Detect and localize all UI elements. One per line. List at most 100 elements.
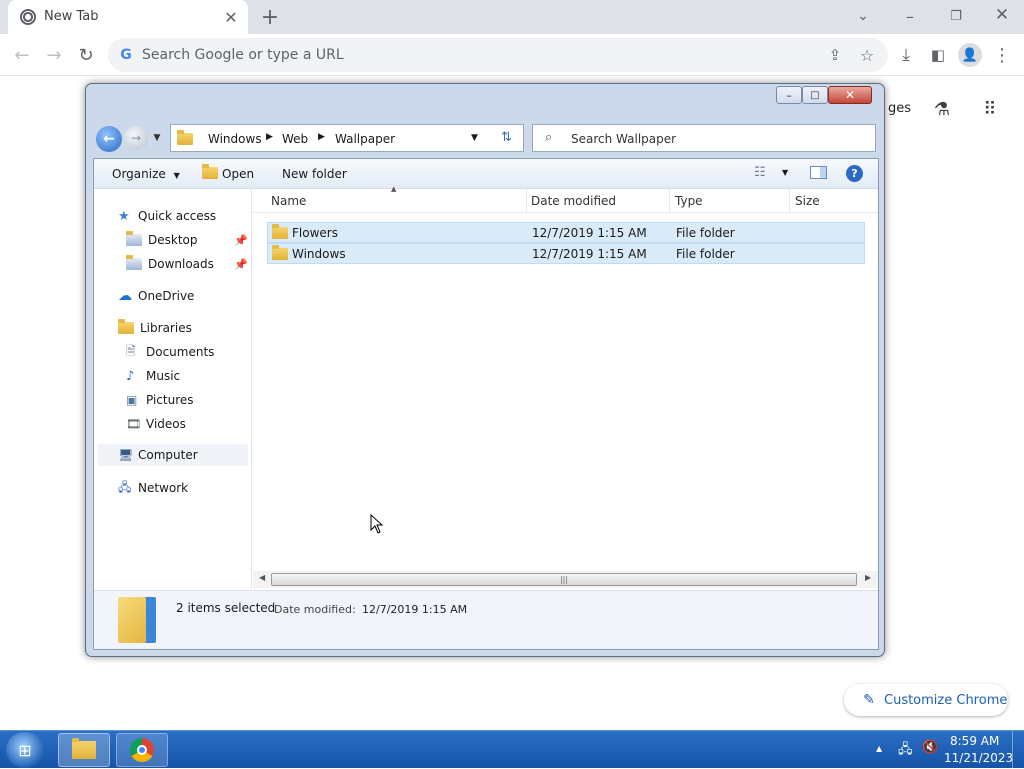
- cloud-icon: ☁: [118, 288, 132, 304]
- pin-icon[interactable]: 📌: [234, 234, 248, 247]
- profile-avatar[interactable]: 👤: [958, 43, 982, 67]
- view-options-icon[interactable]: ☷: [754, 165, 766, 180]
- nav-downloads[interactable]: Downloads 📌: [126, 253, 250, 275]
- share-icon[interactable]: ⇪: [824, 45, 846, 65]
- file-date: 12/7/2019 1:15 AM: [532, 246, 647, 261]
- scroll-left-icon[interactable]: ◀: [259, 573, 265, 582]
- clock-time[interactable]: 8:59 AM: [950, 734, 999, 748]
- customize-chrome-button[interactable]: ✎ Customize Chrome: [844, 684, 1008, 716]
- tab-new-tab[interactable]: New Tab ✕: [8, 0, 248, 34]
- details-pane: 2 items selected Date modified: 12/7/201…: [94, 590, 878, 649]
- horizontal-scrollbar[interactable]: ◀ ||| ▶: [253, 571, 878, 588]
- customize-chrome-label: Customize Chrome: [884, 692, 1008, 708]
- nav-network[interactable]: 🖧 Network: [118, 477, 188, 499]
- back-arrow-icon[interactable]: ←: [96, 126, 122, 152]
- file-row[interactable]: Flowers 12/7/2019 1:15 AM File folder: [267, 222, 865, 243]
- address-bar[interactable]: Windows ▶ Web ▶ Wallpaper ▼ ⇅: [170, 124, 524, 152]
- show-desktop-button[interactable]: [1012, 731, 1024, 769]
- close-window-icon[interactable]: ✕: [990, 4, 1014, 26]
- column-type[interactable]: Type: [675, 189, 703, 213]
- column-divider[interactable]: [789, 189, 790, 213]
- nav-desktop[interactable]: Desktop 📌: [126, 229, 250, 251]
- search-box[interactable]: ⌕ Search Wallpaper: [532, 124, 876, 152]
- dialog-minimize-button[interactable]: –: [776, 86, 802, 104]
- help-icon[interactable]: ?: [846, 165, 863, 182]
- apps-grid-icon[interactable]: ⠿: [978, 97, 1002, 121]
- preview-pane-icon[interactable]: [810, 166, 827, 179]
- address-dropdown-icon[interactable]: ▼: [471, 133, 478, 143]
- nav-documents[interactable]: 🗎 Documents: [126, 341, 214, 363]
- side-panel-icon[interactable]: ◧: [927, 44, 949, 66]
- breadcrumb-web[interactable]: Web: [282, 132, 308, 146]
- tab-title: New Tab: [44, 9, 99, 24]
- images-link-partial[interactable]: ges: [888, 101, 911, 116]
- folder-icon: [126, 231, 142, 246]
- clock-date[interactable]: 11/21/2023: [944, 751, 1013, 765]
- tab-strip: New Tab ✕ + ⌄ – ❐ ✕: [0, 0, 1024, 34]
- forward-arrow-icon[interactable]: →: [124, 126, 148, 150]
- close-tab-icon[interactable]: ✕: [222, 8, 240, 27]
- breadcrumb-separator-icon: ▶: [266, 132, 273, 142]
- date-modified-label: Date modified:: [274, 603, 356, 616]
- nav-quick-access[interactable]: ★ Quick access: [118, 205, 216, 227]
- file-explorer-taskbar-button[interactable]: [58, 733, 110, 767]
- chrome-taskbar-button[interactable]: [116, 733, 168, 767]
- column-divider[interactable]: [526, 189, 527, 213]
- computer-icon: 🖥: [118, 448, 134, 462]
- breadcrumb-windows[interactable]: Windows: [208, 132, 262, 146]
- sort-ascending-icon: ▲: [391, 185, 397, 193]
- new-folder-button[interactable]: New folder: [282, 167, 347, 181]
- tab-search-icon[interactable]: ⌄: [852, 5, 874, 27]
- forward-icon[interactable]: →: [42, 43, 66, 67]
- folder-icon: [272, 244, 288, 260]
- column-header-row: Name ▲ Date modified Type Size: [253, 185, 878, 213]
- reload-icon[interactable]: ↻: [74, 43, 98, 67]
- file-row[interactable]: Windows 12/7/2019 1:15 AM File folder: [267, 243, 865, 264]
- nav-pictures[interactable]: ▣ Pictures: [126, 389, 194, 411]
- restore-window-icon[interactable]: ❐: [944, 5, 968, 27]
- show-hidden-icons-icon[interactable]: ▲: [876, 744, 882, 753]
- column-divider[interactable]: [669, 189, 670, 213]
- nav-libraries[interactable]: Libraries: [118, 317, 192, 339]
- pin-icon[interactable]: 📌: [234, 258, 248, 271]
- menu-kebab-icon[interactable]: ⋮: [992, 44, 1012, 66]
- scrollbar-thumb[interactable]: |||: [271, 573, 857, 586]
- new-tab-icon[interactable]: +: [258, 5, 282, 30]
- download-icon[interactable]: ⤓: [895, 44, 917, 66]
- file-type: File folder: [676, 246, 735, 261]
- nav-label: Desktop: [148, 233, 198, 247]
- omnibox[interactable]: G Search Google or type a URL ⇪ ☆: [108, 38, 888, 72]
- nav-music[interactable]: ♪ Music: [126, 365, 180, 387]
- labs-flask-icon[interactable]: ⚗: [930, 97, 954, 121]
- nav-onedrive[interactable]: ☁ OneDrive: [118, 285, 194, 307]
- search-placeholder: Search Wallpaper: [571, 132, 677, 146]
- minimize-window-icon[interactable]: –: [898, 5, 922, 27]
- nav-label: Computer: [138, 448, 198, 462]
- file-type: File folder: [676, 225, 735, 240]
- selection-count: 2 items selected: [176, 601, 276, 615]
- column-name[interactable]: Name: [271, 189, 306, 213]
- taskbar: ⊞ ▲ 🖧 🔇 8:59 AM 11/21/2023: [0, 730, 1024, 769]
- dialog-maximize-button[interactable]: □: [802, 86, 828, 104]
- document-icon: 🗎: [126, 343, 136, 358]
- bookmark-star-icon[interactable]: ☆: [856, 45, 878, 65]
- breadcrumb-separator-icon: ▶: [318, 132, 325, 142]
- recent-locations-icon[interactable]: ▼: [150, 130, 164, 146]
- network-tray-icon[interactable]: 🖧: [898, 740, 913, 762]
- open-button[interactable]: Open: [202, 164, 254, 181]
- nav-computer[interactable]: 🖥 Computer: [98, 444, 248, 466]
- refresh-icon[interactable]: ⇅: [501, 130, 512, 145]
- breadcrumb-wallpaper[interactable]: Wallpaper: [335, 132, 395, 146]
- star-icon: ★: [118, 208, 130, 224]
- organize-button[interactable]: Organize ▼: [112, 167, 180, 181]
- start-button[interactable]: ⊞: [6, 732, 44, 768]
- back-icon[interactable]: ←: [10, 43, 34, 67]
- column-size[interactable]: Size: [795, 189, 820, 213]
- browser-toolbar: ← → ↻ G Search Google or type a URL ⇪ ☆ …: [0, 34, 1024, 76]
- scroll-right-icon[interactable]: ▶: [865, 573, 871, 582]
- dialog-close-button[interactable]: ✕: [828, 86, 872, 104]
- nav-videos[interactable]: 🎞 Videos: [126, 413, 186, 435]
- volume-muted-icon[interactable]: 🔇: [922, 740, 938, 755]
- column-date-modified[interactable]: Date modified: [531, 189, 616, 213]
- view-dropdown-icon[interactable]: ▼: [782, 168, 788, 177]
